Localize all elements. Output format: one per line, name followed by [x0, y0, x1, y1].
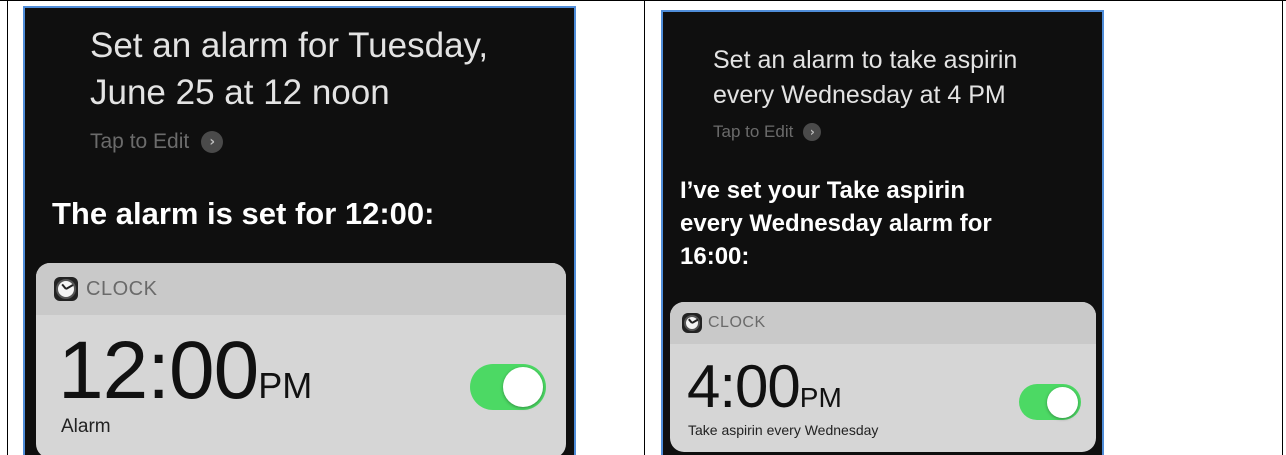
query-line: Set an alarm for Tuesday,	[90, 26, 489, 65]
toggle-knob	[503, 367, 543, 407]
clock-icon	[682, 313, 702, 333]
alarm-card[interactable]: CLOCK 4:00PM Take aspirin every Wednesda…	[670, 302, 1096, 452]
alarm-label: Take aspirin every Wednesday	[688, 422, 879, 438]
app-name: CLOCK	[86, 277, 158, 300]
siri-screen-left: Set an alarm for Tuesday, June 25 at 12 …	[23, 6, 576, 455]
siri-response: The alarm is set for 12:00:	[52, 196, 435, 231]
table-top-border	[0, 0, 1286, 1]
chevron-right-icon: ›	[803, 123, 822, 141]
card-header: CLOCK	[670, 302, 1096, 344]
query-line: every Wednesday at 4 PM	[713, 81, 1006, 109]
response-line: I’ve set your Take aspirin	[680, 177, 966, 204]
alarm-label: Alarm	[61, 416, 111, 437]
response-line: every Wednesday alarm for	[680, 210, 992, 237]
table-left-border	[7, 0, 8, 455]
table-center-border	[644, 0, 645, 455]
alarm-time-value: 4:00	[687, 353, 801, 420]
alarm-time-value: 12:00	[58, 325, 259, 416]
clock-icon	[54, 277, 78, 301]
query-line: June 25 at 12 noon	[90, 73, 390, 112]
app-name: CLOCK	[708, 314, 766, 331]
siri-screen-right: Set an alarm to take aspirin every Wedne…	[661, 10, 1104, 455]
tap-to-edit-label: Tap to Edit	[713, 122, 794, 141]
card-header: CLOCK	[36, 263, 566, 315]
alarm-ampm: PM	[258, 365, 313, 406]
alarm-time: 4:00PM	[687, 352, 842, 433]
tap-to-edit-label: Tap to Edit	[90, 130, 190, 153]
tap-to-edit-button[interactable]: Tap to Edit ›	[713, 122, 822, 142]
siri-response: I’ve set your Take aspirin every Wednesd…	[680, 174, 992, 273]
tap-to-edit-button[interactable]: Tap to Edit ›	[90, 130, 224, 154]
chevron-right-icon: ›	[201, 131, 224, 153]
query-line: Set an alarm to take aspirin	[713, 46, 1018, 74]
siri-query[interactable]: Set an alarm to take aspirin every Wedne…	[713, 43, 1017, 113]
alarm-card[interactable]: CLOCK 12:00PM Alarm	[36, 263, 566, 455]
alarm-toggle[interactable]	[1019, 384, 1081, 420]
siri-query[interactable]: Set an alarm for Tuesday, June 25 at 12 …	[90, 22, 488, 116]
response-line: 16:00:	[680, 243, 750, 270]
alarm-ampm: PM	[799, 382, 842, 413]
table-right-border	[1282, 0, 1283, 455]
alarm-toggle[interactable]	[470, 364, 546, 410]
toggle-knob	[1047, 387, 1078, 418]
